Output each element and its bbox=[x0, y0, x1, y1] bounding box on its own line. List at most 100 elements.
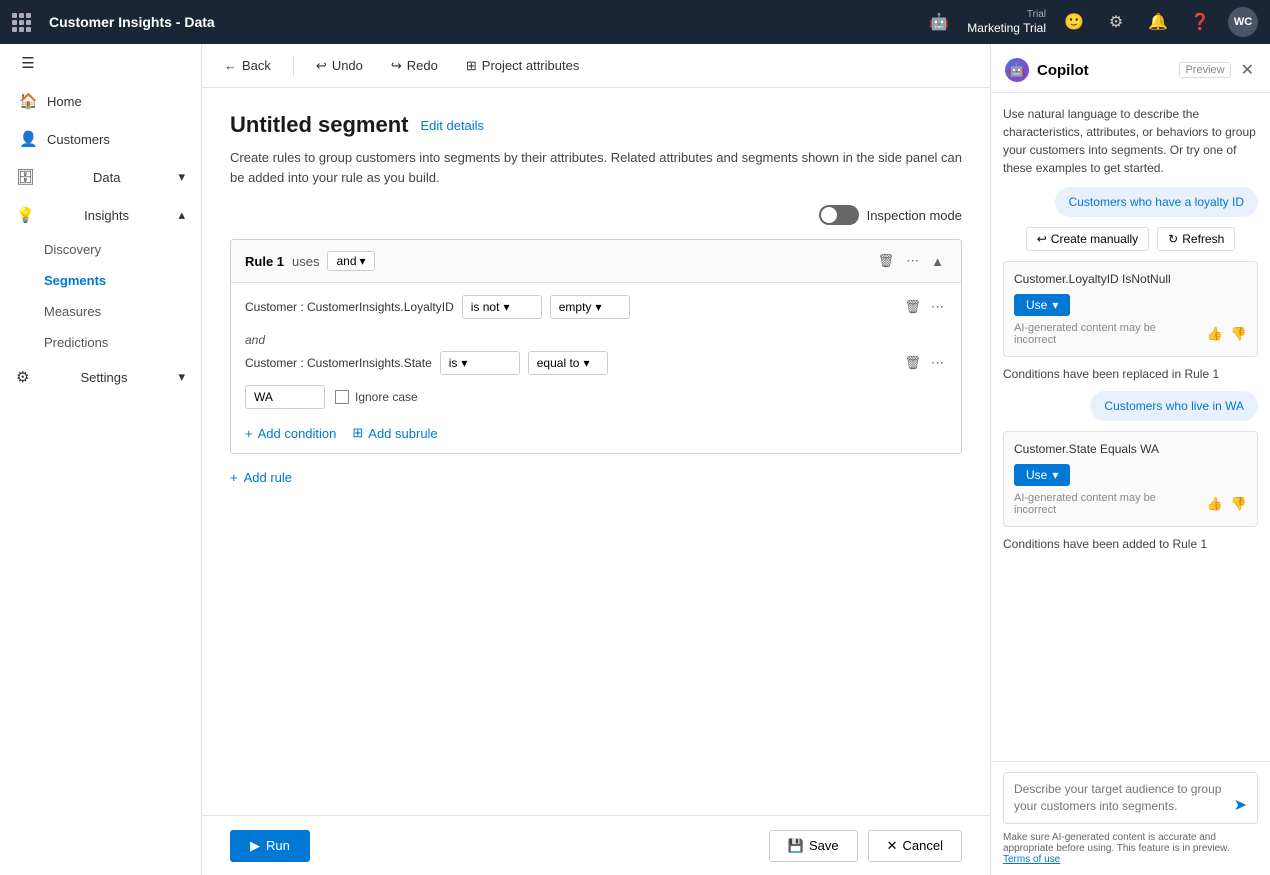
copilot-body: Use natural language to describe the cha… bbox=[991, 93, 1270, 761]
save-button[interactable]: 💾 Save bbox=[769, 830, 858, 862]
smiley-icon[interactable]: 🙂 bbox=[1060, 8, 1088, 36]
add-condition-link[interactable]: + Add condition bbox=[245, 425, 336, 441]
inspection-row: Inspection mode bbox=[230, 205, 962, 225]
copilot-icon: 🤖 bbox=[1005, 58, 1029, 82]
edit-details-link[interactable]: Edit details bbox=[420, 118, 484, 133]
copilot-code-block-2: Customer.State Equals WA Use ▾ AI-genera… bbox=[1003, 431, 1258, 527]
copilot-send-icon[interactable]: ➤ bbox=[1234, 795, 1247, 815]
add-subrule-link[interactable]: ⊞ Add subrule bbox=[352, 425, 437, 441]
condition-2-field: Customer : CustomerInsights.State bbox=[245, 356, 432, 370]
undo-button[interactable]: ↩ Undo bbox=[310, 54, 369, 78]
thumbs-up-1[interactable]: 👍 bbox=[1207, 326, 1223, 342]
sidebar-insights-header[interactable]: 💡 Insights ▴ bbox=[0, 196, 201, 234]
sidebar-data-header[interactable]: 🗄 Data ▾ bbox=[0, 158, 201, 196]
settings-nav-icon: ⚙ bbox=[16, 368, 29, 386]
run-button[interactable]: ▶ Run bbox=[230, 830, 310, 862]
rule-collapse-icon[interactable]: ▲ bbox=[928, 251, 947, 272]
rule-1-container: Rule 1 uses and ▾ 🗑 ⋯ ▲ Customer bbox=[230, 239, 962, 454]
sidebar-item-measures[interactable]: Measures bbox=[44, 296, 201, 327]
cancel-button[interactable]: ✕ Cancel bbox=[868, 830, 962, 862]
condition-2-operator[interactable]: is ▾ bbox=[440, 351, 520, 375]
sidebar-hamburger[interactable]: ☰ bbox=[0, 44, 201, 82]
redo-icon: ↪ bbox=[391, 58, 402, 74]
copilot-suggestion-1[interactable]: Customers who have a loyalty ID bbox=[1055, 187, 1258, 217]
ai-disclaimer-2: AI-generated content may be incorrect 👍 … bbox=[1014, 492, 1247, 516]
sidebar-item-discovery[interactable]: Discovery bbox=[44, 234, 201, 265]
copilot-input[interactable] bbox=[1014, 781, 1228, 815]
condition-2-value-type[interactable]: equal to ▾ bbox=[528, 351, 608, 375]
create-manually-button[interactable]: ↩ Create manually bbox=[1026, 227, 1149, 251]
condition-1-delete-icon[interactable]: 🗑 bbox=[901, 296, 924, 318]
rule-more-icon[interactable]: ⋯ bbox=[903, 250, 922, 272]
condition-1-row: Customer : CustomerInsights.LoyaltyID is… bbox=[245, 295, 947, 319]
sidebar-data-label: Data bbox=[93, 170, 120, 185]
copilot-suggestion-2[interactable]: Customers who live in WA bbox=[1090, 391, 1258, 421]
thumbs-down-1[interactable]: 👎 bbox=[1231, 326, 1247, 342]
terms-link[interactable]: Terms of use bbox=[1003, 854, 1060, 865]
back-button[interactable]: ← Back bbox=[218, 54, 277, 77]
rule-1-body: Customer : CustomerInsights.LoyaltyID is… bbox=[231, 283, 961, 453]
copilot-close-icon[interactable]: ✕ bbox=[1239, 58, 1256, 82]
sidebar-item-home[interactable]: 🏠 Home bbox=[0, 82, 201, 120]
sidebar-item-predictions[interactable]: Predictions bbox=[44, 327, 201, 358]
notification-icon[interactable]: 🔔 bbox=[1144, 8, 1172, 36]
redo-label: Redo bbox=[407, 58, 438, 73]
rule-logic-value: and bbox=[336, 254, 356, 268]
predictions-label: Predictions bbox=[44, 335, 108, 350]
condition-1-value-text: empty bbox=[559, 300, 592, 314]
page-title-row: Untitled segment Edit details bbox=[230, 112, 962, 138]
condition-1-operator[interactable]: is not ▾ bbox=[462, 295, 542, 319]
toolbar: ← Back ↩ Undo ↪ Redo ⊞ Project attribute… bbox=[202, 44, 990, 88]
condition-2-value-type-chevron: ▾ bbox=[583, 356, 589, 370]
copilot-header: 🤖 Copilot Preview ✕ bbox=[991, 44, 1270, 93]
use-button-2[interactable]: Use ▾ bbox=[1014, 464, 1070, 486]
main-layout: ☰ 🏠 Home 👤 Customers 🗄 Data ▾ 💡 Insights… bbox=[0, 44, 1270, 875]
condition-2-more-icon[interactable]: ⋯ bbox=[928, 352, 947, 374]
copilot-topbar-icon[interactable]: 🤖 bbox=[925, 8, 953, 36]
thumbs-up-2[interactable]: 👍 bbox=[1207, 496, 1223, 512]
sidebar-item-customers[interactable]: 👤 Customers bbox=[0, 120, 201, 158]
rule-logic-dropdown[interactable]: and ▾ bbox=[327, 251, 374, 271]
inspection-toggle[interactable] bbox=[819, 205, 859, 225]
settings-icon[interactable]: ⚙ bbox=[1102, 8, 1130, 36]
use-button-1[interactable]: Use ▾ bbox=[1014, 294, 1070, 316]
avatar[interactable]: WC bbox=[1228, 7, 1258, 37]
and-label: and bbox=[245, 329, 947, 351]
create-manually-icon: ↩ bbox=[1037, 232, 1047, 246]
topbar-right: 🤖 Trial Marketing Trial 🙂 ⚙ 🔔 ❓ WC bbox=[925, 7, 1258, 37]
use-label-2: Use bbox=[1026, 468, 1047, 482]
home-icon: 🏠 bbox=[19, 92, 37, 110]
project-attributes-button[interactable]: ⊞ Project attributes bbox=[460, 54, 585, 78]
refresh-button[interactable]: ↻ Refresh bbox=[1157, 227, 1235, 251]
state-value-row: Ignore case bbox=[245, 385, 947, 409]
condition-1-more-icon[interactable]: ⋯ bbox=[928, 296, 947, 318]
measures-label: Measures bbox=[44, 304, 101, 319]
condition-1-operator-value: is not bbox=[471, 300, 500, 314]
copilot-status-1: Conditions have been replaced in Rule 1 bbox=[1003, 367, 1258, 381]
state-value-input[interactable] bbox=[245, 385, 325, 409]
ignore-case-checkbox[interactable] bbox=[335, 390, 349, 404]
redo-button[interactable]: ↪ Redo bbox=[385, 54, 444, 78]
bottom-bar: ▶ Run 💾 Save ✕ Cancel bbox=[202, 815, 990, 875]
sidebar-settings-header[interactable]: ⚙ Settings ▾ bbox=[0, 358, 201, 396]
add-subrule-icon: ⊞ bbox=[352, 425, 363, 441]
cancel-icon: ✕ bbox=[887, 838, 898, 854]
copilot-footer: ➤ Make sure AI-generated content is accu… bbox=[991, 761, 1270, 875]
page-content: Untitled segment Edit details Create rul… bbox=[202, 88, 990, 815]
thumbs-down-2[interactable]: 👎 bbox=[1231, 496, 1247, 512]
condition-2-delete-icon[interactable]: 🗑 bbox=[901, 352, 924, 374]
condition-1-operator-chevron: ▾ bbox=[503, 300, 509, 314]
create-manually-label: Create manually bbox=[1051, 232, 1138, 246]
rule-delete-icon[interactable]: 🗑 bbox=[875, 250, 898, 272]
toolbar-divider-1 bbox=[293, 56, 294, 76]
condition-1-value[interactable]: empty ▾ bbox=[550, 295, 630, 319]
project-attrs-label: Project attributes bbox=[482, 58, 580, 73]
help-icon[interactable]: ❓ bbox=[1186, 8, 1214, 36]
footer-note-text: Make sure AI-generated content is accura… bbox=[1003, 832, 1230, 854]
sidebar-item-segments[interactable]: Segments bbox=[44, 265, 201, 296]
add-rule-row[interactable]: + Add rule bbox=[230, 470, 962, 485]
discovery-label: Discovery bbox=[44, 242, 101, 257]
app-grid-icon[interactable] bbox=[12, 13, 31, 32]
main-content: ← Back ↩ Undo ↪ Redo ⊞ Project attribute… bbox=[202, 44, 990, 875]
rule-uses-label: uses bbox=[292, 254, 319, 269]
